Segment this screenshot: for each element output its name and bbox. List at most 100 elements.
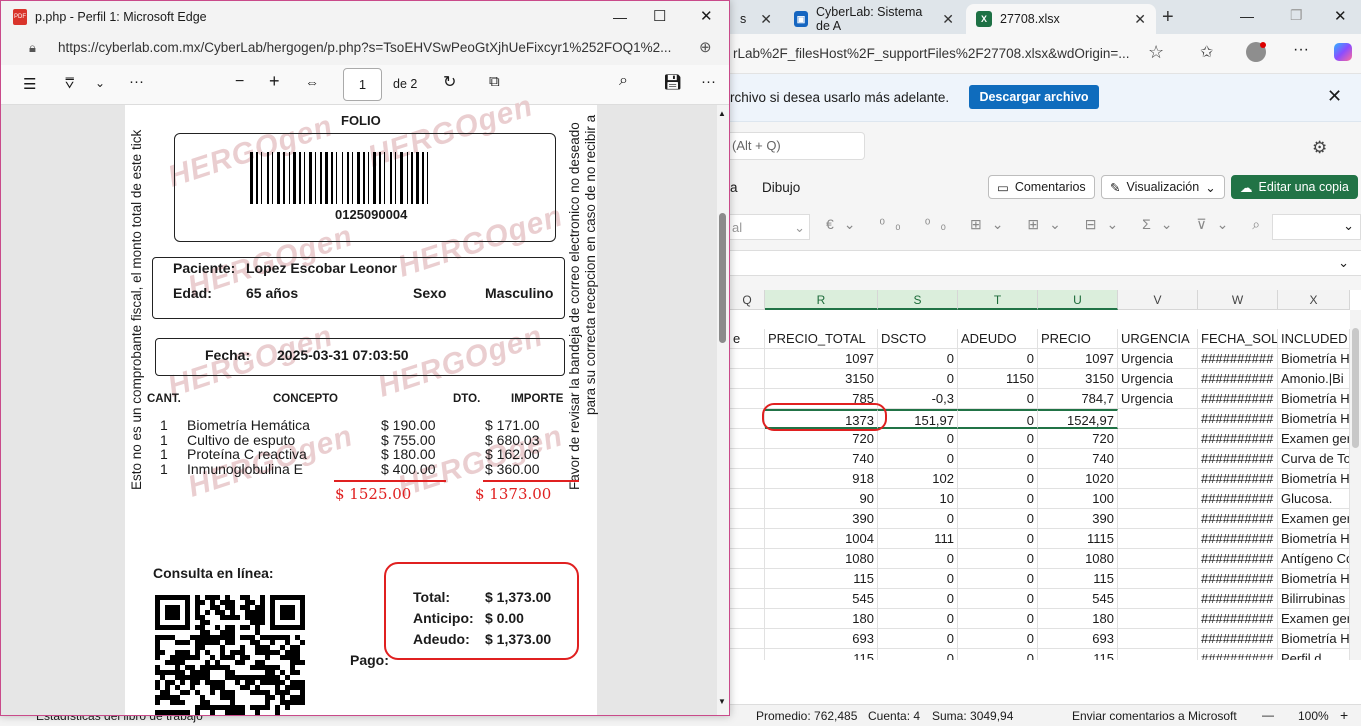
table-cell[interactable]: Biometría H: [1278, 389, 1350, 409]
close-icon[interactable]: ✕: [1327, 86, 1342, 107]
more-icon[interactable]: ···: [701, 73, 716, 90]
table-cell[interactable]: 0: [958, 409, 1038, 429]
table-cell[interactable]: 0: [878, 589, 958, 609]
table-cell[interactable]: ##########: [1198, 589, 1278, 609]
header-cell[interactable]: URGENCIA: [1118, 329, 1198, 349]
minimize-icon[interactable]: —: [613, 9, 627, 25]
table-cell[interactable]: Urgencia: [1118, 389, 1198, 409]
table-cell[interactable]: 0: [958, 509, 1038, 529]
table-cell[interactable]: ##########: [1198, 529, 1278, 549]
scrollbar-thumb[interactable]: [1352, 328, 1359, 448]
table-cell[interactable]: 740: [765, 449, 878, 469]
table-cell[interactable]: 1524,97: [1038, 409, 1118, 429]
table-cell[interactable]: Examen ger: [1278, 609, 1350, 629]
table-cell[interactable]: Biometría H: [1278, 629, 1350, 649]
table-cell[interactable]: 0: [878, 609, 958, 629]
more-icon[interactable]: ···: [1293, 41, 1309, 59]
table-cell[interactable]: 0: [958, 609, 1038, 629]
table-cell[interactable]: [1118, 429, 1198, 449]
table-cell[interactable]: [730, 589, 765, 609]
table-cell[interactable]: 1097: [1038, 349, 1118, 369]
table-cell[interactable]: 115: [1038, 569, 1118, 589]
table-cell[interactable]: [730, 649, 765, 660]
zoom-out-icon[interactable]: −: [235, 73, 244, 91]
table-cell[interactable]: Urgencia: [1118, 369, 1198, 389]
table-cell[interactable]: ##########: [1198, 429, 1278, 449]
column-header-u[interactable]: U: [1038, 290, 1118, 310]
table-cell[interactable]: [1118, 549, 1198, 569]
table-cell[interactable]: ##########: [1198, 449, 1278, 469]
table-cell[interactable]: 180: [765, 609, 878, 629]
table-cell[interactable]: Biometría H: [1278, 529, 1350, 549]
table-cell[interactable]: 0: [958, 649, 1038, 660]
table-cell[interactable]: [730, 529, 765, 549]
table-cell[interactable]: [730, 489, 765, 509]
table-cell[interactable]: 918: [765, 469, 878, 489]
close-window-icon[interactable]: ✕: [1334, 7, 1347, 25]
table-cell[interactable]: 1080: [1038, 549, 1118, 569]
table-cell[interactable]: 1080: [765, 549, 878, 569]
table-cell[interactable]: ##########: [1198, 469, 1278, 489]
download-file-button[interactable]: Descargar archivo: [969, 85, 1099, 109]
rotate-icon[interactable]: ↻: [443, 72, 456, 92]
search-icon[interactable]: ⌕: [619, 72, 628, 90]
table-cell[interactable]: 100: [1038, 489, 1118, 509]
table-cell[interactable]: [1118, 409, 1198, 429]
url-text[interactable]: rLab%2F_filesHost%2F_supportFiles%2F2770…: [733, 46, 1130, 61]
column-header-s[interactable]: S: [878, 290, 958, 310]
table-cell[interactable]: 720: [1038, 429, 1118, 449]
page-number-input[interactable]: 1: [343, 68, 382, 101]
qr-code[interactable]: [155, 595, 305, 715]
more-icon[interactable]: ···: [129, 73, 144, 90]
table-cell[interactable]: Urgencia: [1118, 349, 1198, 369]
table-cell[interactable]: Examen ger: [1278, 429, 1350, 449]
table-cell[interactable]: ##########: [1198, 569, 1278, 589]
table-cell[interactable]: 0: [958, 389, 1038, 409]
vertical-scrollbar[interactable]: [1350, 310, 1361, 660]
table-cell[interactable]: Curva de To: [1278, 449, 1350, 469]
table-cell[interactable]: ##########: [1198, 489, 1278, 509]
edit-copy-button[interactable]: ☁ Editar una copia: [1231, 175, 1358, 199]
restore-icon[interactable]: ❐: [1290, 7, 1303, 24]
table-cell[interactable]: 693: [1038, 629, 1118, 649]
table-cell[interactable]: 0: [878, 449, 958, 469]
table-cell[interactable]: Bilirrubinas: [1278, 589, 1350, 609]
search-box[interactable]: (Alt + Q): [730, 132, 865, 160]
feedback-link[interactable]: Enviar comentarios a Microsoft: [1072, 709, 1237, 723]
zoom-icon[interactable]: ⊕: [699, 38, 712, 56]
header-cell[interactable]: e: [730, 329, 765, 349]
column-header-t[interactable]: T: [958, 290, 1038, 310]
table-cell[interactable]: [1118, 449, 1198, 469]
table-cell[interactable]: 115: [765, 569, 878, 589]
table-cell[interactable]: [730, 509, 765, 529]
table-cell[interactable]: ##########: [1198, 609, 1278, 629]
column-header-w[interactable]: W: [1198, 290, 1278, 310]
zoom-out-icon[interactable]: —: [1262, 708, 1274, 722]
table-cell[interactable]: Biometría H: [1278, 469, 1350, 489]
table-cell[interactable]: 0: [958, 629, 1038, 649]
table-cell[interactable]: 1150: [958, 369, 1038, 389]
table-cell[interactable]: 0: [878, 649, 958, 660]
table-cell[interactable]: 3150: [765, 369, 878, 389]
table-cell[interactable]: 0: [958, 429, 1038, 449]
table-cell[interactable]: Perfil d: [1278, 649, 1350, 660]
table-cell[interactable]: 0: [878, 349, 958, 369]
table-cell[interactable]: Biometría H: [1278, 409, 1350, 429]
draw-icon[interactable]: ⩢: [65, 75, 74, 92]
table-cell[interactable]: [730, 569, 765, 589]
table-cell[interactable]: 0: [958, 569, 1038, 589]
table-cell[interactable]: [1118, 649, 1198, 660]
save-icon[interactable]: 💾︎: [663, 73, 682, 91]
table-cell[interactable]: 0: [878, 569, 958, 589]
table-cell[interactable]: [1118, 469, 1198, 489]
scroll-down-icon[interactable]: ▼: [718, 697, 726, 706]
table-cell[interactable]: 0: [878, 369, 958, 389]
table-cell[interactable]: 1097: [765, 349, 878, 369]
zoom-in-icon[interactable]: +: [269, 71, 280, 92]
table-cell[interactable]: 784,7: [1038, 389, 1118, 409]
table-cell[interactable]: [1118, 589, 1198, 609]
chevron-down-icon[interactable]: ⌄: [95, 76, 105, 90]
view-mode-button[interactable]: ✎ Visualización ⌄: [1101, 175, 1225, 199]
table-cell[interactable]: 111: [878, 529, 958, 549]
table-cell[interactable]: 720: [765, 429, 878, 449]
